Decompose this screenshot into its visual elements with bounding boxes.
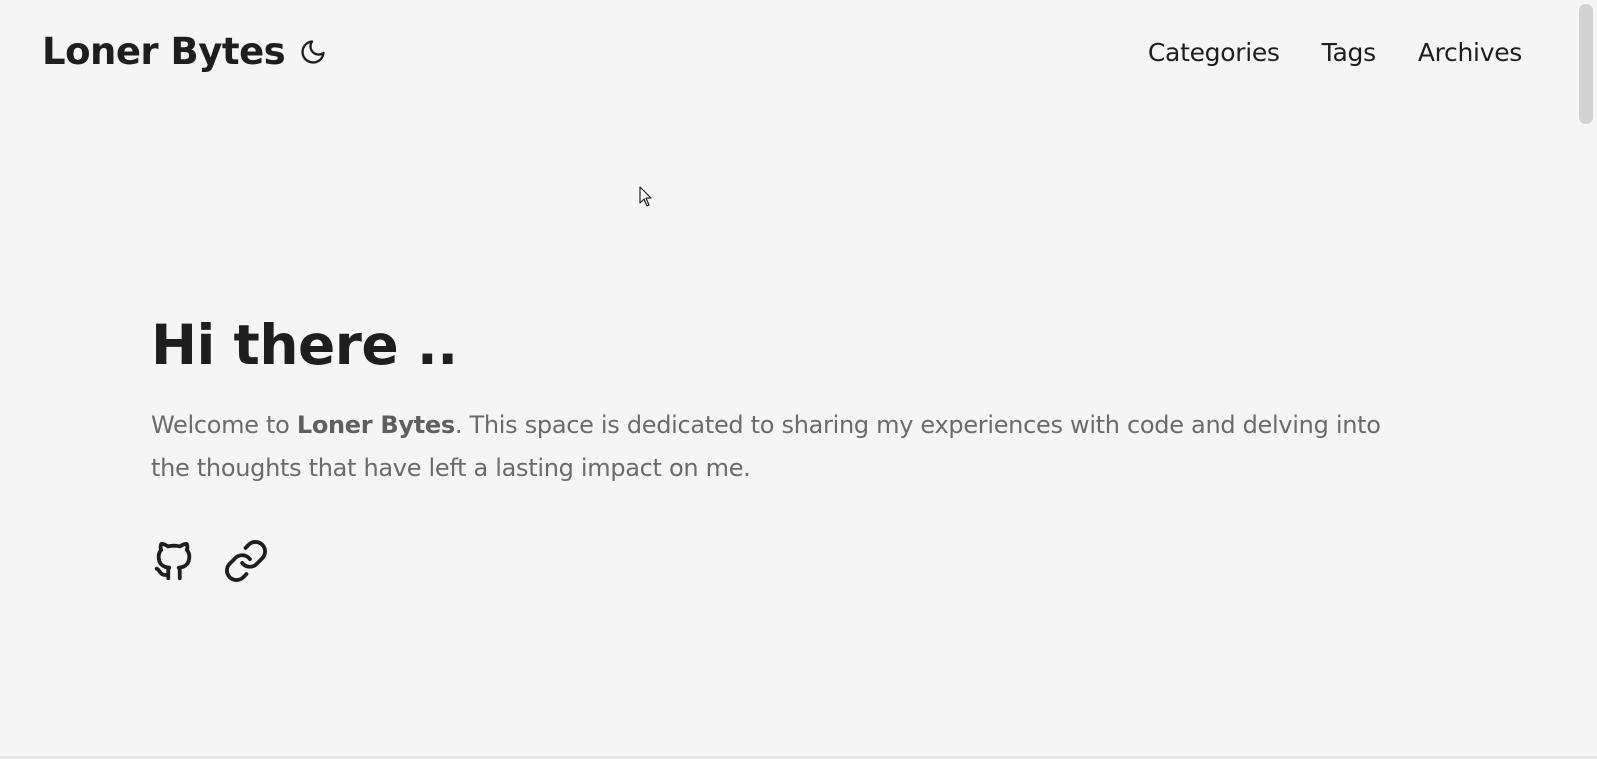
moon-icon: [301, 40, 325, 64]
github-link[interactable]: [151, 538, 197, 584]
vertical-scrollbar[interactable]: [1574, 0, 1597, 759]
site-logo-link[interactable]: Loner Bytes: [42, 28, 286, 76]
page: Loner Bytes Categories Tags Archives Hi …: [0, 0, 1597, 759]
intro-prefix: Welcome to: [151, 411, 297, 439]
hero-intro: Welcome to Loner Bytes. This space is de…: [151, 404, 1411, 490]
social-links: [151, 538, 269, 584]
scrollbar-thumb[interactable]: [1579, 4, 1593, 124]
hero-heading: Hi there ..: [151, 313, 458, 377]
main-nav: Categories Tags Archives: [1148, 33, 1522, 73]
nav-link-tags[interactable]: Tags: [1322, 33, 1376, 73]
nav-link-archives[interactable]: Archives: [1418, 33, 1522, 73]
link-icon: [225, 540, 267, 582]
github-icon: [154, 541, 192, 581]
mouse-cursor-icon: [639, 186, 652, 207]
intro-site-name: Loner Bytes: [296, 411, 455, 439]
hero-section: Hi there .. Welcome to Loner Bytes. This…: [151, 310, 1411, 490]
external-link[interactable]: [223, 538, 269, 584]
theme-toggle-button[interactable]: [298, 37, 328, 67]
site-header: Loner Bytes Categories Tags Archives: [0, 0, 1574, 108]
nav-link-categories[interactable]: Categories: [1148, 33, 1280, 73]
